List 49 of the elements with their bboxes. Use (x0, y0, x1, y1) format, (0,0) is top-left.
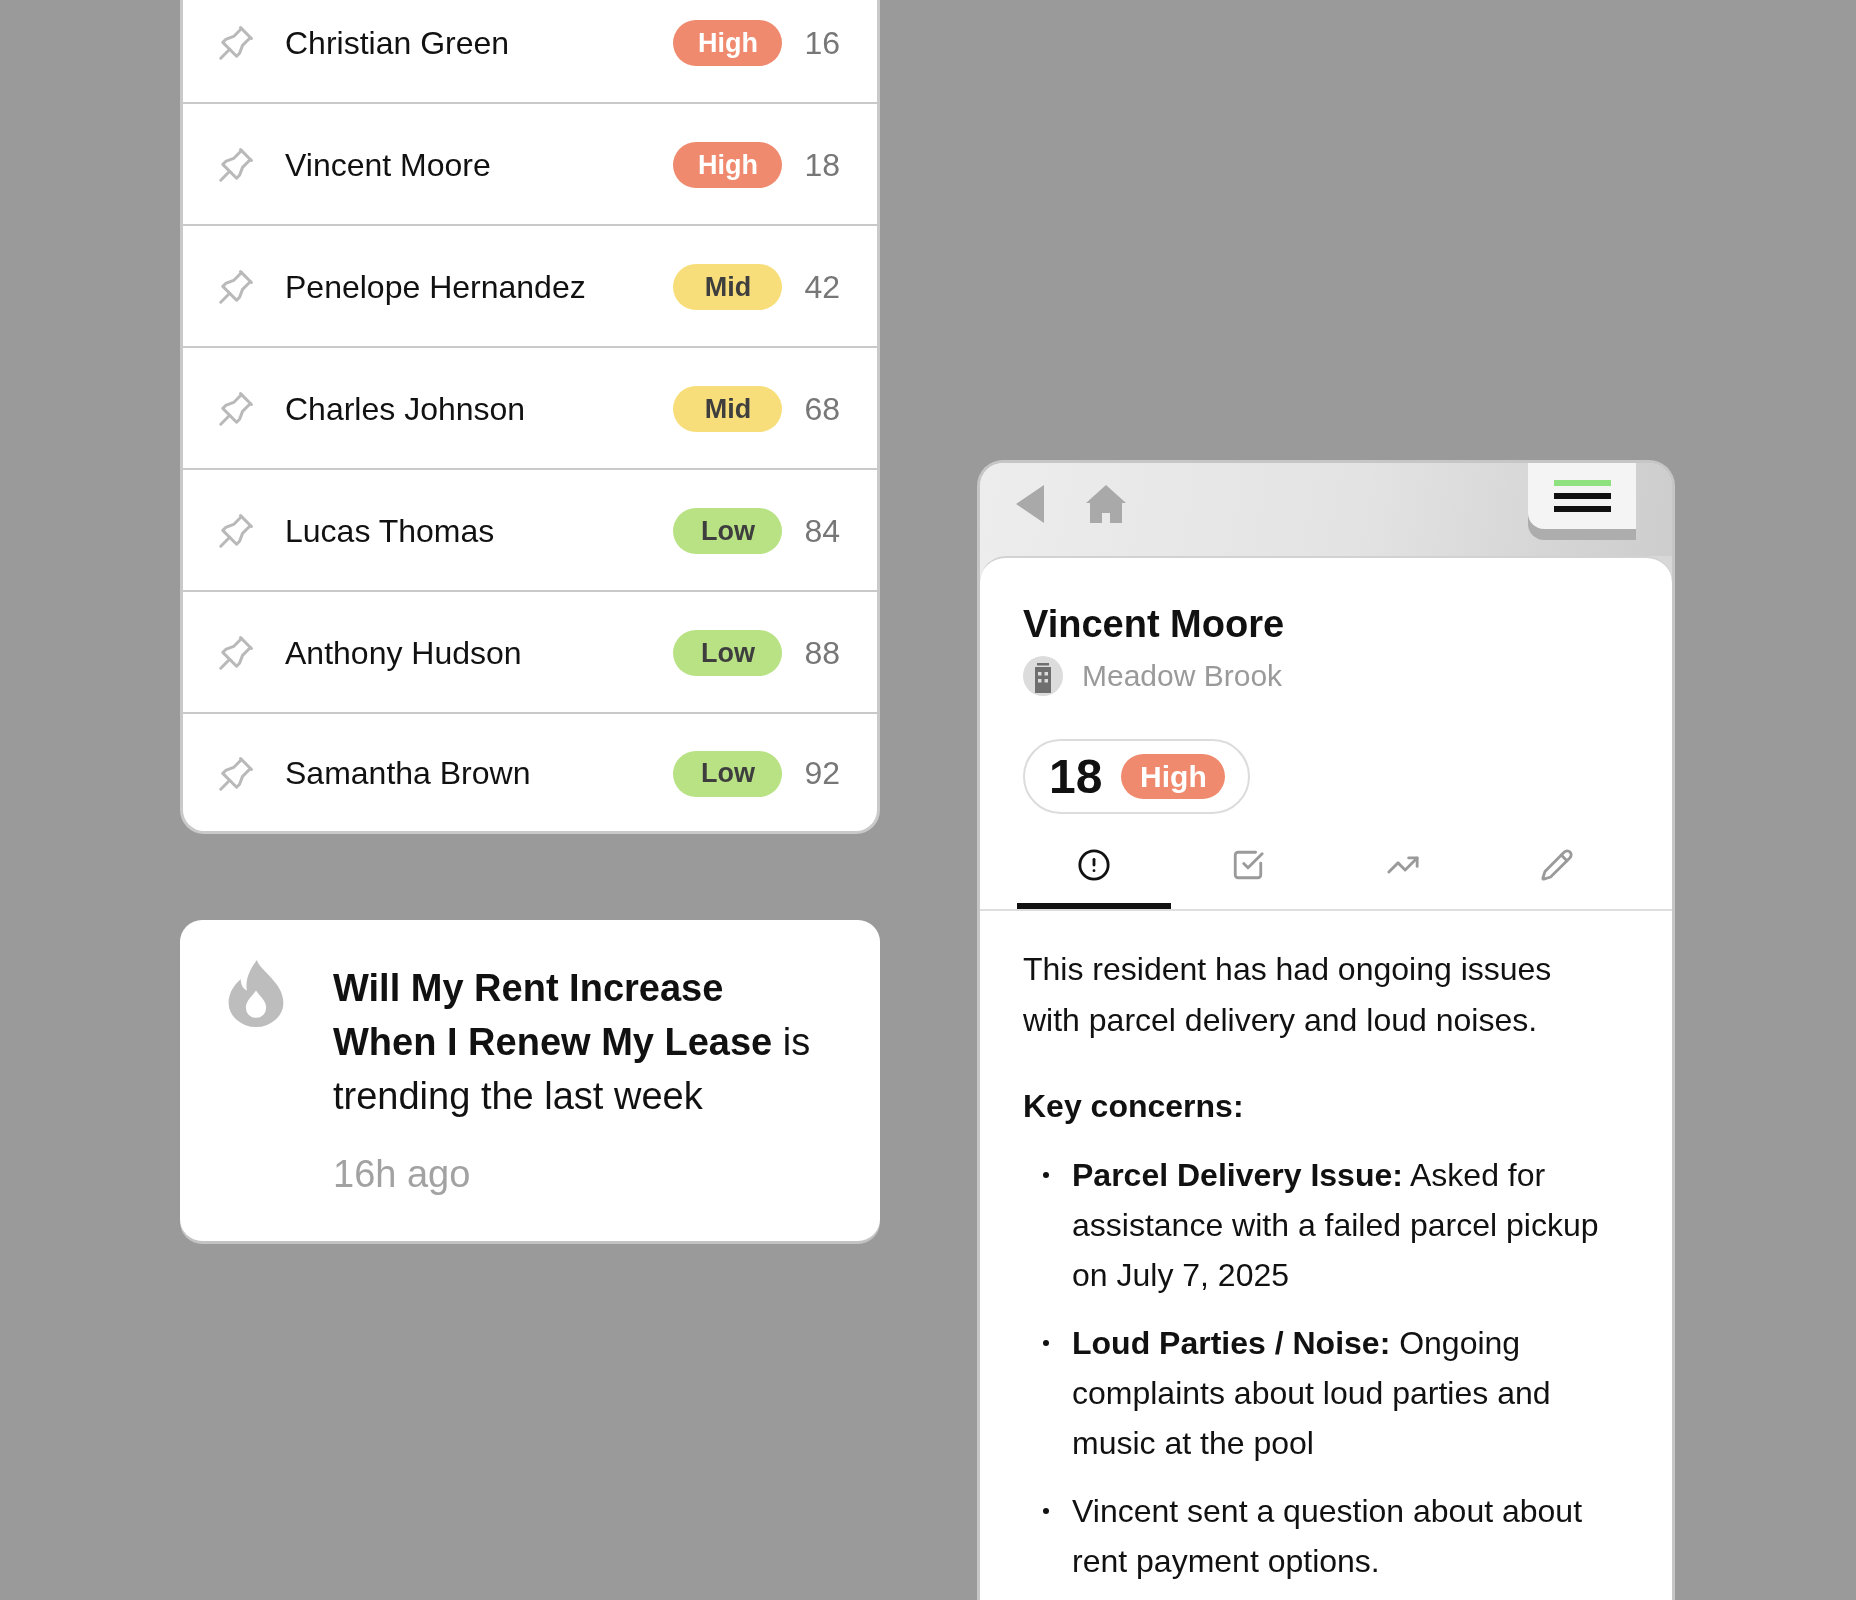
pin-icon[interactable] (219, 636, 253, 670)
alert-icon (1077, 847, 1112, 882)
pencil-icon (1539, 847, 1574, 882)
bullet-icon (1043, 1172, 1049, 1178)
pin-icon[interactable] (219, 392, 253, 426)
menu-icon (1553, 480, 1611, 512)
risk-badge: Low (673, 750, 783, 797)
bullet-icon (1043, 1340, 1049, 1346)
resident-name[interactable]: Anthony Hudson (285, 634, 674, 672)
resident-score: 16 (804, 24, 840, 62)
pin-icon[interactable] (219, 756, 253, 791)
resident-score: 68 (804, 390, 840, 428)
risk-badge: High (673, 20, 783, 66)
trend-text: Will My Rent Increase When I Renew My Lease is trending the last week (333, 966, 812, 1119)
home-icon[interactable] (1086, 485, 1126, 523)
risk-badge: High (1121, 754, 1226, 799)
section-heading: Key concerns: (1023, 1087, 1245, 1126)
back-icon[interactable] (1016, 485, 1044, 523)
resident-score: 92 (804, 755, 840, 792)
resident-name[interactable]: Vincent Moore (285, 146, 674, 184)
resident-name[interactable]: Lucas Thomas (285, 512, 674, 550)
timestamp: 16h ago (333, 1152, 472, 1197)
risk-badge: Mid (673, 386, 783, 432)
pin-icon[interactable] (219, 26, 253, 60)
concern-text: Vincent sent a question about about rent payment options. (1072, 1492, 1584, 1581)
risk-badge: Mid (673, 264, 783, 310)
resident-title: Vincent Moore (1023, 602, 1285, 647)
resident-score: 42 (804, 268, 840, 306)
concern-text: Loud Parties / Noise: Ongoing complaints about loud parties and music at the pool (1072, 1324, 1552, 1463)
pin-icon[interactable] (219, 148, 253, 182)
concern-text: Parcel Delivery Issue: Asked for assistance with a failed parcel pickup on July 7, 2025 (1072, 1156, 1600, 1295)
resident-score: 84 (804, 512, 840, 550)
bullet-icon (1043, 1508, 1049, 1514)
community-name: Meadow Brook (1082, 659, 1283, 693)
pin-icon[interactable] (219, 270, 253, 304)
flame-icon (228, 960, 284, 1027)
risk-badge: High (673, 142, 783, 188)
resident-score: 88 (804, 634, 840, 672)
summary-text: This resident has had ongoing issues with parcel delivery and loud noises. (1023, 950, 1553, 1040)
resident-name[interactable]: Penelope Hernandez (285, 268, 674, 306)
building-icon (1023, 656, 1063, 696)
resident-name[interactable]: Samantha Brown (285, 755, 674, 792)
pin-icon[interactable] (219, 514, 253, 548)
resident-name[interactable]: Christian Green (285, 24, 674, 62)
resident-name[interactable]: Charles Johnson (285, 390, 674, 428)
resident-score: 18 (804, 146, 840, 184)
risk-badge: Low (673, 630, 783, 676)
score-value: 18 (1049, 749, 1103, 804)
risk-badge: Low (673, 508, 783, 554)
